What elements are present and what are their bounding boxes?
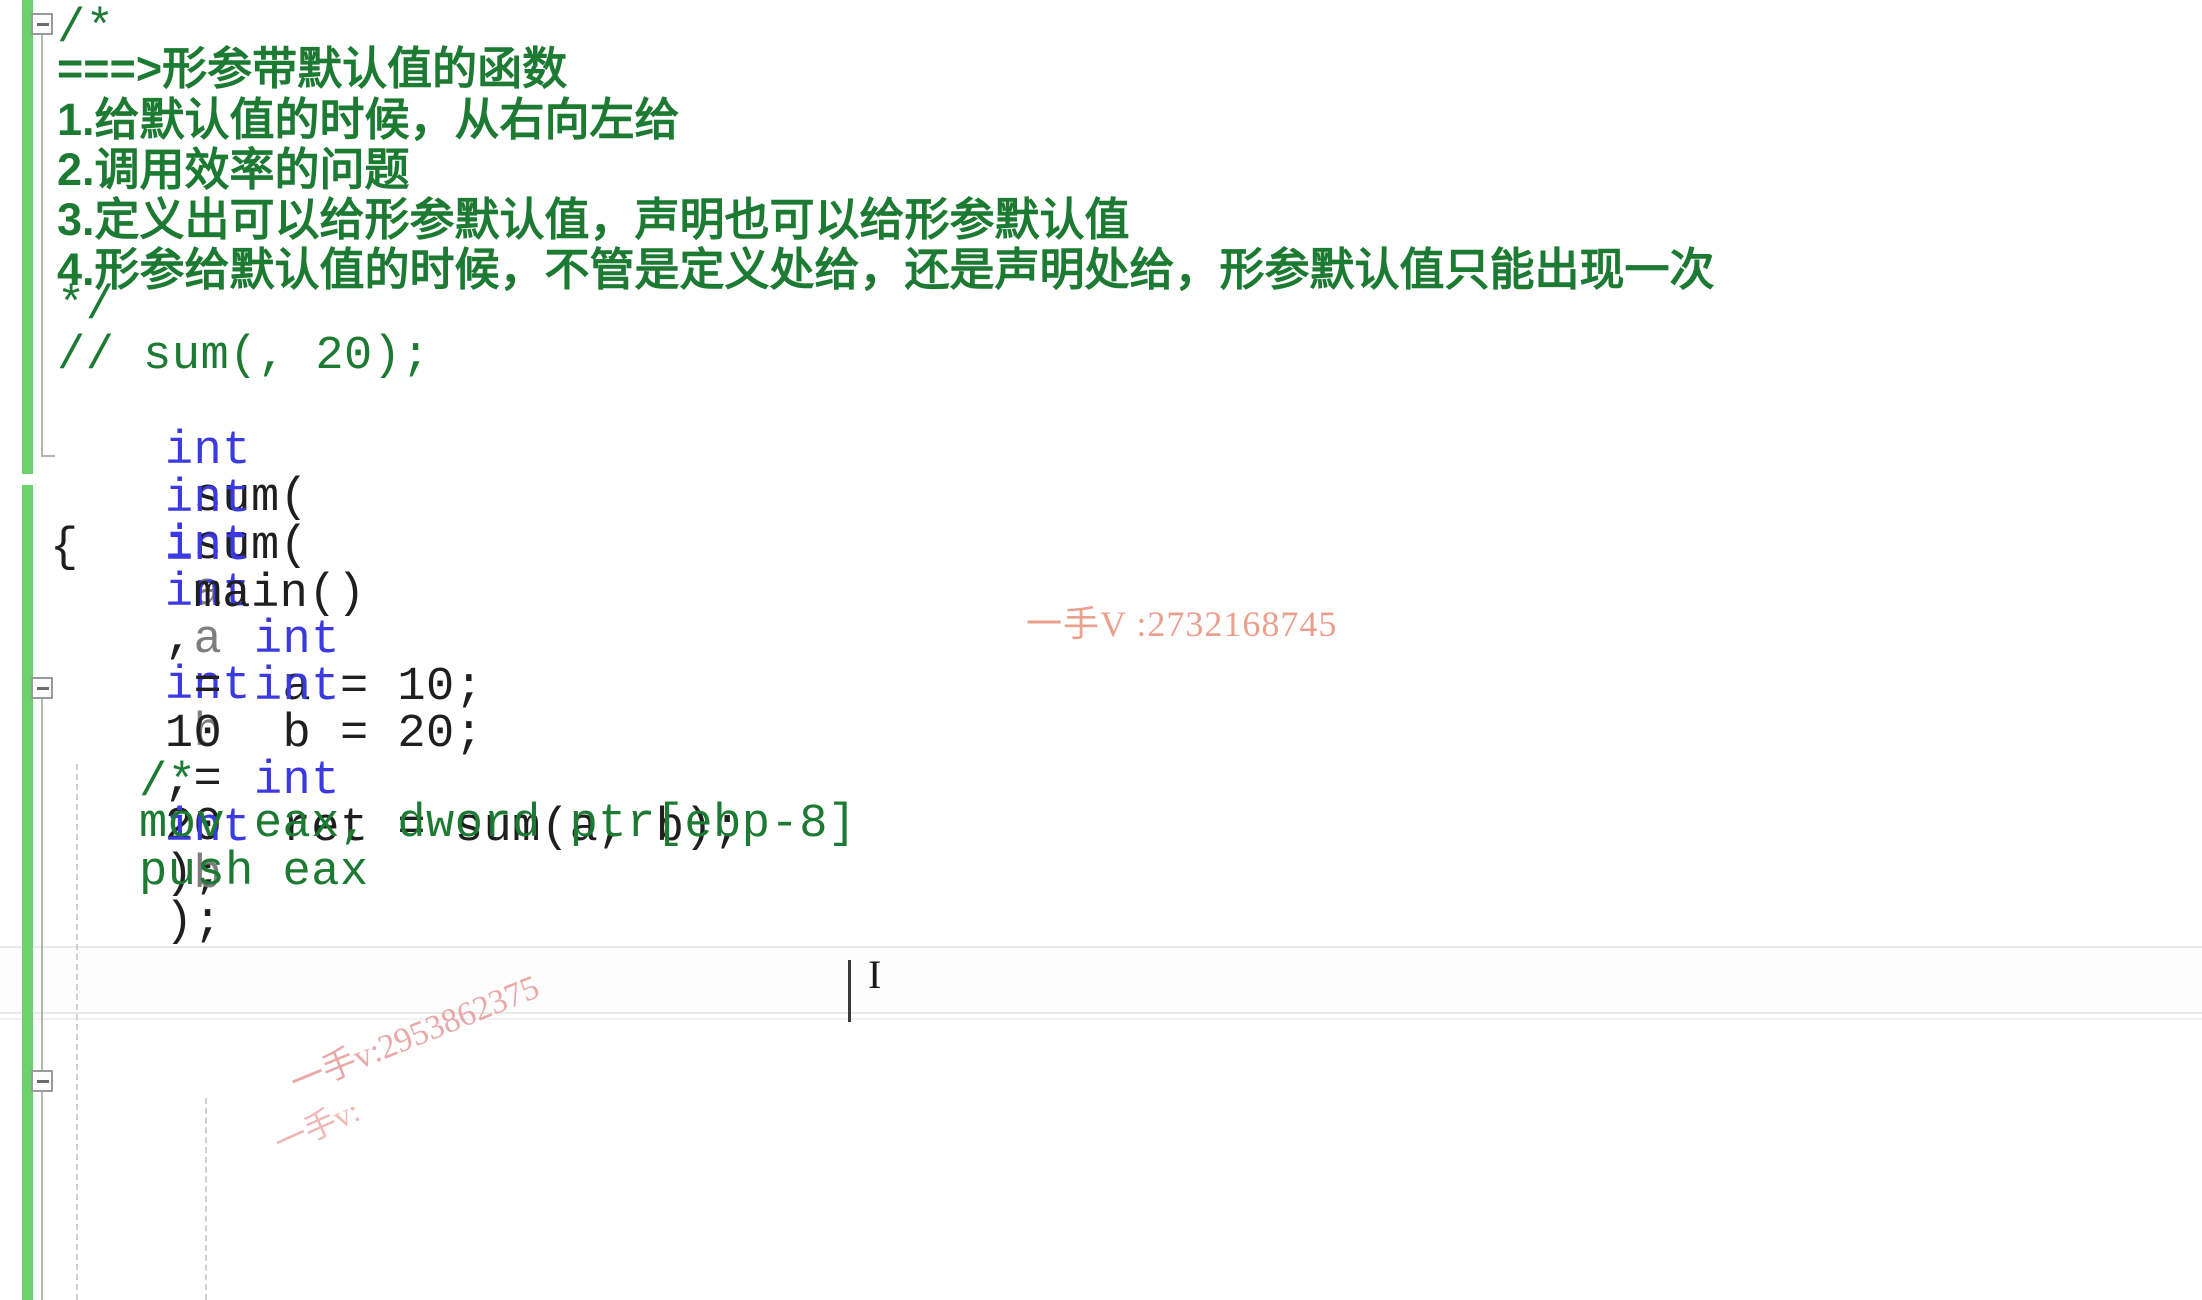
code-line-7[interactable]: */	[57, 283, 114, 330]
code-line-18[interactable]: mov eax, dword ptr[ebp-8]	[139, 801, 857, 848]
change-bar-upper	[22, 0, 33, 474]
line-end: );	[164, 896, 223, 949]
indent-guide-level-2	[205, 1098, 207, 1300]
keyword-int: int	[253, 661, 340, 714]
current-line-highlight	[0, 946, 2202, 1014]
code-line-6[interactable]: 4.形参给默认值的时候，不管是定义处给，还是声明处给，形参默认值只能出现一次	[57, 247, 1715, 292]
watermark-top: 一手V :2732168745	[1026, 604, 1338, 644]
fold-toggle-line-1[interactable]	[31, 13, 53, 35]
current-line-highlight-shadow	[0, 1018, 2202, 1020]
code-line-5[interactable]: 3.定义出可以给形参默认值，声明也可以给形参默认值	[57, 197, 1130, 242]
code-line-3[interactable]: 1.给默认值的时候，从右向左给	[57, 97, 680, 142]
text-caret	[848, 960, 851, 1022]
fold-toggle-line-17[interactable]	[31, 1070, 53, 1092]
watermark-bottom: 一手v:	[269, 1092, 365, 1162]
code-line-4[interactable]: 2.调用效率的问题	[57, 147, 410, 192]
change-bar-lower	[22, 485, 33, 1300]
fold-bracket-line-1	[41, 35, 43, 455]
code-line-8[interactable]: // sum(, 20);	[57, 333, 430, 380]
code-editor-surface[interactable]: /* ===>形参带默认值的函数 1.给默认值的时候，从右向左给 2.调用效率的…	[0, 0, 2202, 1300]
keyword-int: int	[164, 521, 251, 574]
mouse-ibeam-cursor: I	[868, 952, 882, 997]
code-line-2[interactable]: ===>形参带默认值的函数	[57, 46, 567, 91]
fold-bracket-line-11	[41, 699, 43, 1300]
code-line-12[interactable]: {	[50, 525, 79, 572]
code-line-19[interactable]: push eax	[139, 849, 369, 896]
